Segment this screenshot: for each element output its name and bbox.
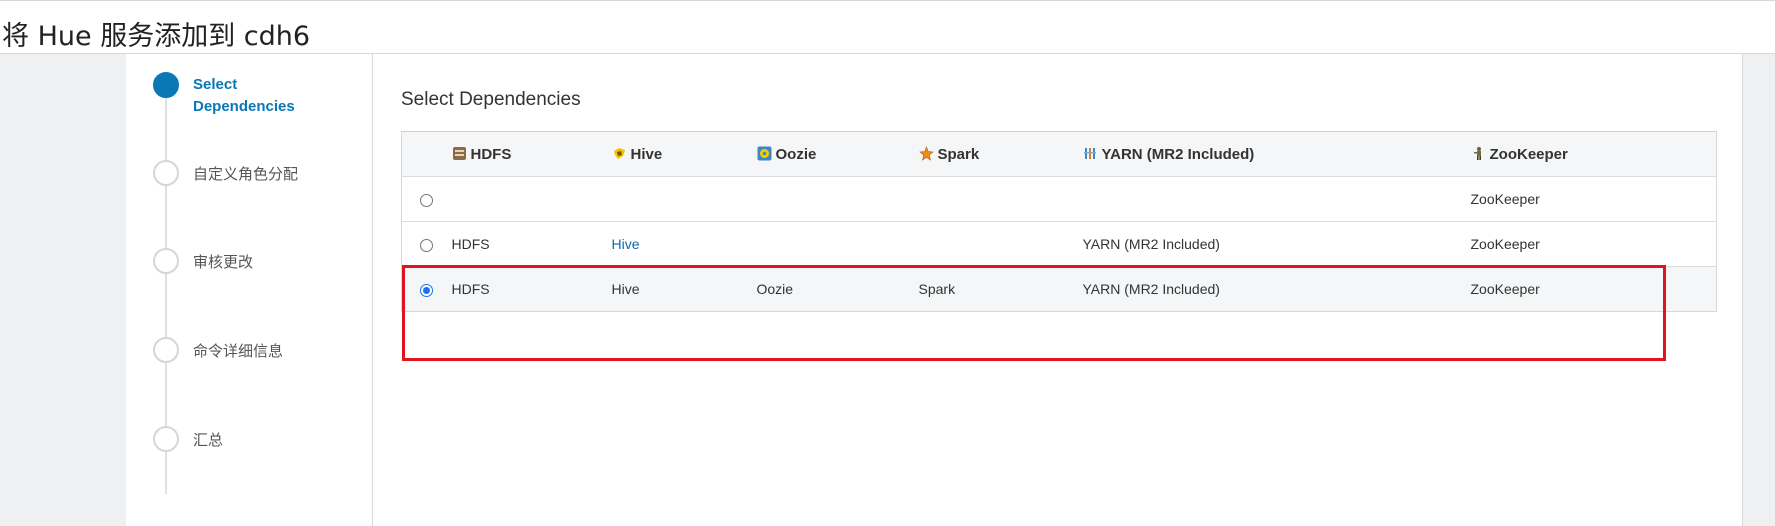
header-hive: Hive [611,131,757,177]
step-label: 自定义角色分配 [193,166,299,183]
row-select-cell[interactable] [401,176,452,222]
step-label: 审核更改 [193,254,254,271]
cell-hdfs: HDFS [451,221,612,267]
header-label: Hive [630,145,663,163]
cell-hive [611,176,757,222]
table-header-row: HDFS Hive Oozie Spark YARN (MR2 Included… [401,131,1717,177]
table-row[interactable]: HDFS Hive YARN (MR2 Included) ZooKeeper [401,221,1717,267]
yarn-icon [1083,147,1096,159]
step-indicator-active [153,72,179,98]
step-indicator [153,248,179,274]
step-indicator [153,426,179,452]
cell-hdfs: HDFS [451,266,612,312]
left-gutter [0,54,126,526]
header-label: ZooKeeper [1489,145,1568,163]
cell-oozie [756,176,919,222]
row-select-cell[interactable] [401,221,452,267]
zookeeper-icon [1473,146,1481,160]
section-title: Select Dependencies [401,89,581,110]
row-radio-button-checked[interactable] [420,283,433,297]
dependencies-table: HDFS Hive Oozie Spark YARN (MR2 Included… [401,131,1717,312]
cell-oozie [756,221,919,267]
page-title: 将 Hue 服务添加到 cdh6 [2,21,311,52]
header-spark: Spark [918,131,1083,177]
cell-spark [918,221,1083,267]
step-label: Select Dependencies [193,76,295,115]
table-row-selected[interactable]: HDFS Hive Oozie Spark YARN (MR2 Included… [401,266,1717,312]
header-yarn: YARN (MR2 Included) [1082,131,1471,177]
header-label: Oozie [775,145,817,163]
hdfs-icon [452,146,466,160]
header-zookeeper: ZooKeeper [1470,131,1717,177]
row-radio-button[interactable] [420,193,433,207]
row-radio-button[interactable] [420,238,433,252]
cell-hive-link[interactable]: Hive [611,221,757,267]
step-label: 命令详细信息 [193,343,284,360]
table-row[interactable]: ZooKeeper [401,176,1717,222]
cell-hdfs [451,176,612,222]
step-label: 汇总 [193,432,224,449]
cell-zookeeper: ZooKeeper [1470,221,1717,267]
header-label: Spark [937,145,980,163]
cell-yarn: YARN (MR2 Included) [1082,221,1471,267]
cell-zookeeper: ZooKeeper [1470,176,1717,222]
cell-hive: Hive [611,266,757,312]
step-indicator [153,160,179,186]
cell-yarn [1082,176,1471,222]
header-select-column [401,131,452,177]
main-content: Select Dependencies HDFS Hive Oozie Spar… [373,54,1742,526]
cell-spark: Spark [918,266,1083,312]
oozie-icon [757,146,771,160]
header-bar: 将 Hue 服务添加到 cdh6 [0,0,1775,54]
cell-oozie: Oozie [756,266,919,312]
spark-icon [918,145,934,161]
right-gutter [1742,54,1775,526]
hive-icon [613,147,625,159]
step-indicator [153,337,179,363]
cell-spark [918,176,1083,222]
header-label: HDFS [470,145,512,163]
cell-yarn: YARN (MR2 Included) [1082,266,1471,312]
cell-zookeeper: ZooKeeper [1470,266,1717,312]
header-oozie: Oozie [756,131,919,177]
wizard-steps: Select Dependencies 自定义角色分配 审核更改 命令详细信息 … [126,54,373,526]
row-select-cell[interactable] [401,266,452,312]
header-label: YARN (MR2 Included) [1101,145,1255,163]
header-hdfs: HDFS [451,131,612,177]
